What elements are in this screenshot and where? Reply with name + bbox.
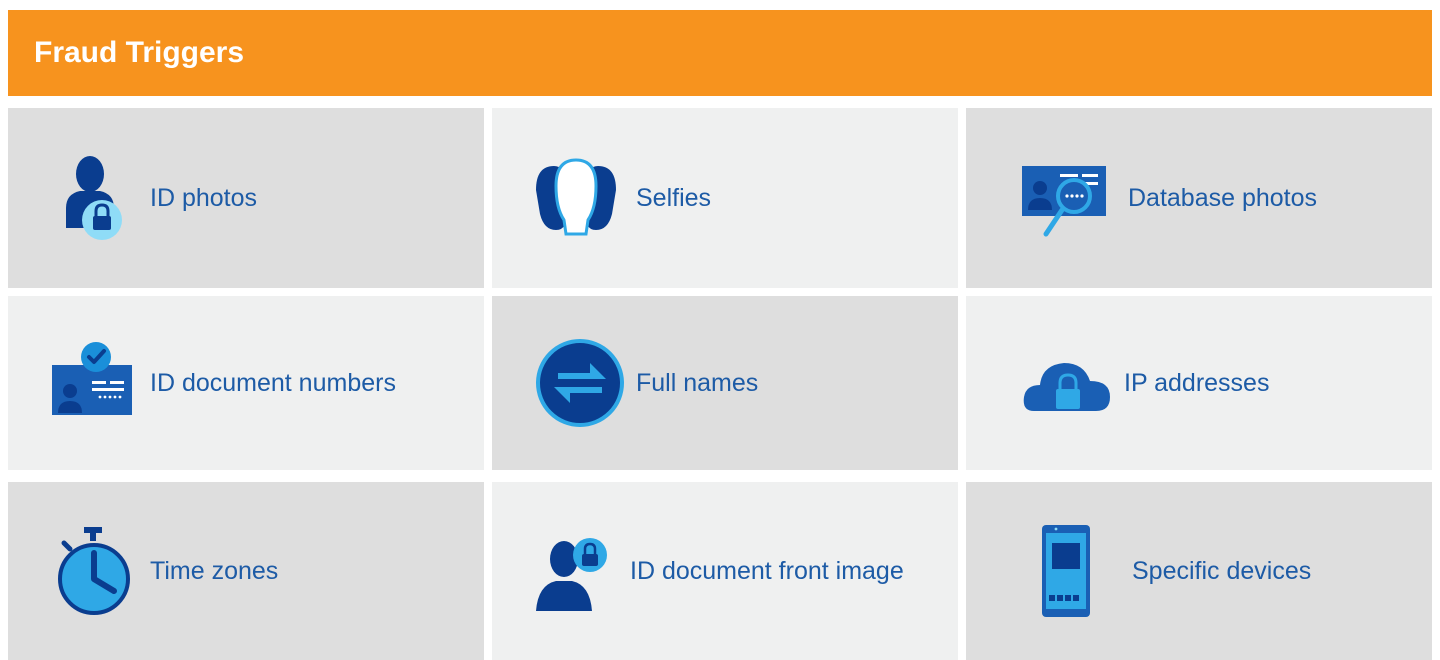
trigger-tile-database-photos: Database photos — [966, 108, 1432, 288]
person-lock-badge-icon — [536, 538, 607, 611]
person-lock-icon — [66, 156, 122, 240]
stopwatch-icon — [58, 527, 130, 615]
trigger-label: Database photos — [1128, 183, 1318, 212]
cloud-lock-icon — [1023, 363, 1110, 411]
trigger-label: IP addresses — [1124, 368, 1270, 397]
trigger-tile-id-photos: ID photos — [8, 108, 484, 288]
page-header: Fraud Triggers — [8, 10, 1432, 96]
trigger-tile-time-zones: Time zones — [8, 482, 484, 660]
trigger-label: Selfies — [636, 183, 712, 212]
trigger-tile-selfies: Selfies — [492, 108, 958, 288]
id-card-check-icon — [52, 342, 132, 415]
trigger-label: Time zones — [150, 556, 279, 585]
trigger-label: ID document front image — [630, 556, 904, 585]
smartphone-icon — [1042, 525, 1090, 617]
swap-arrows-icon — [536, 339, 624, 427]
trigger-label: ID document numbers — [150, 368, 396, 397]
trigger-tile-specific-devices: Specific devices — [966, 482, 1432, 660]
id-card-search-icon — [1022, 166, 1106, 237]
faces-icon — [536, 158, 616, 236]
trigger-tile-id-document-numbers: ID document numbers — [8, 296, 484, 470]
trigger-label: Specific devices — [1132, 556, 1312, 585]
trigger-tile-full-names: Full names — [492, 296, 958, 470]
trigger-label: ID photos — [150, 183, 258, 212]
trigger-tile-id-document-front-image: ID document front image — [492, 482, 958, 660]
page-title: Fraud Triggers — [34, 36, 245, 69]
trigger-label: Full names — [636, 368, 759, 397]
trigger-tile-ip-addresses: IP addresses — [966, 296, 1432, 470]
